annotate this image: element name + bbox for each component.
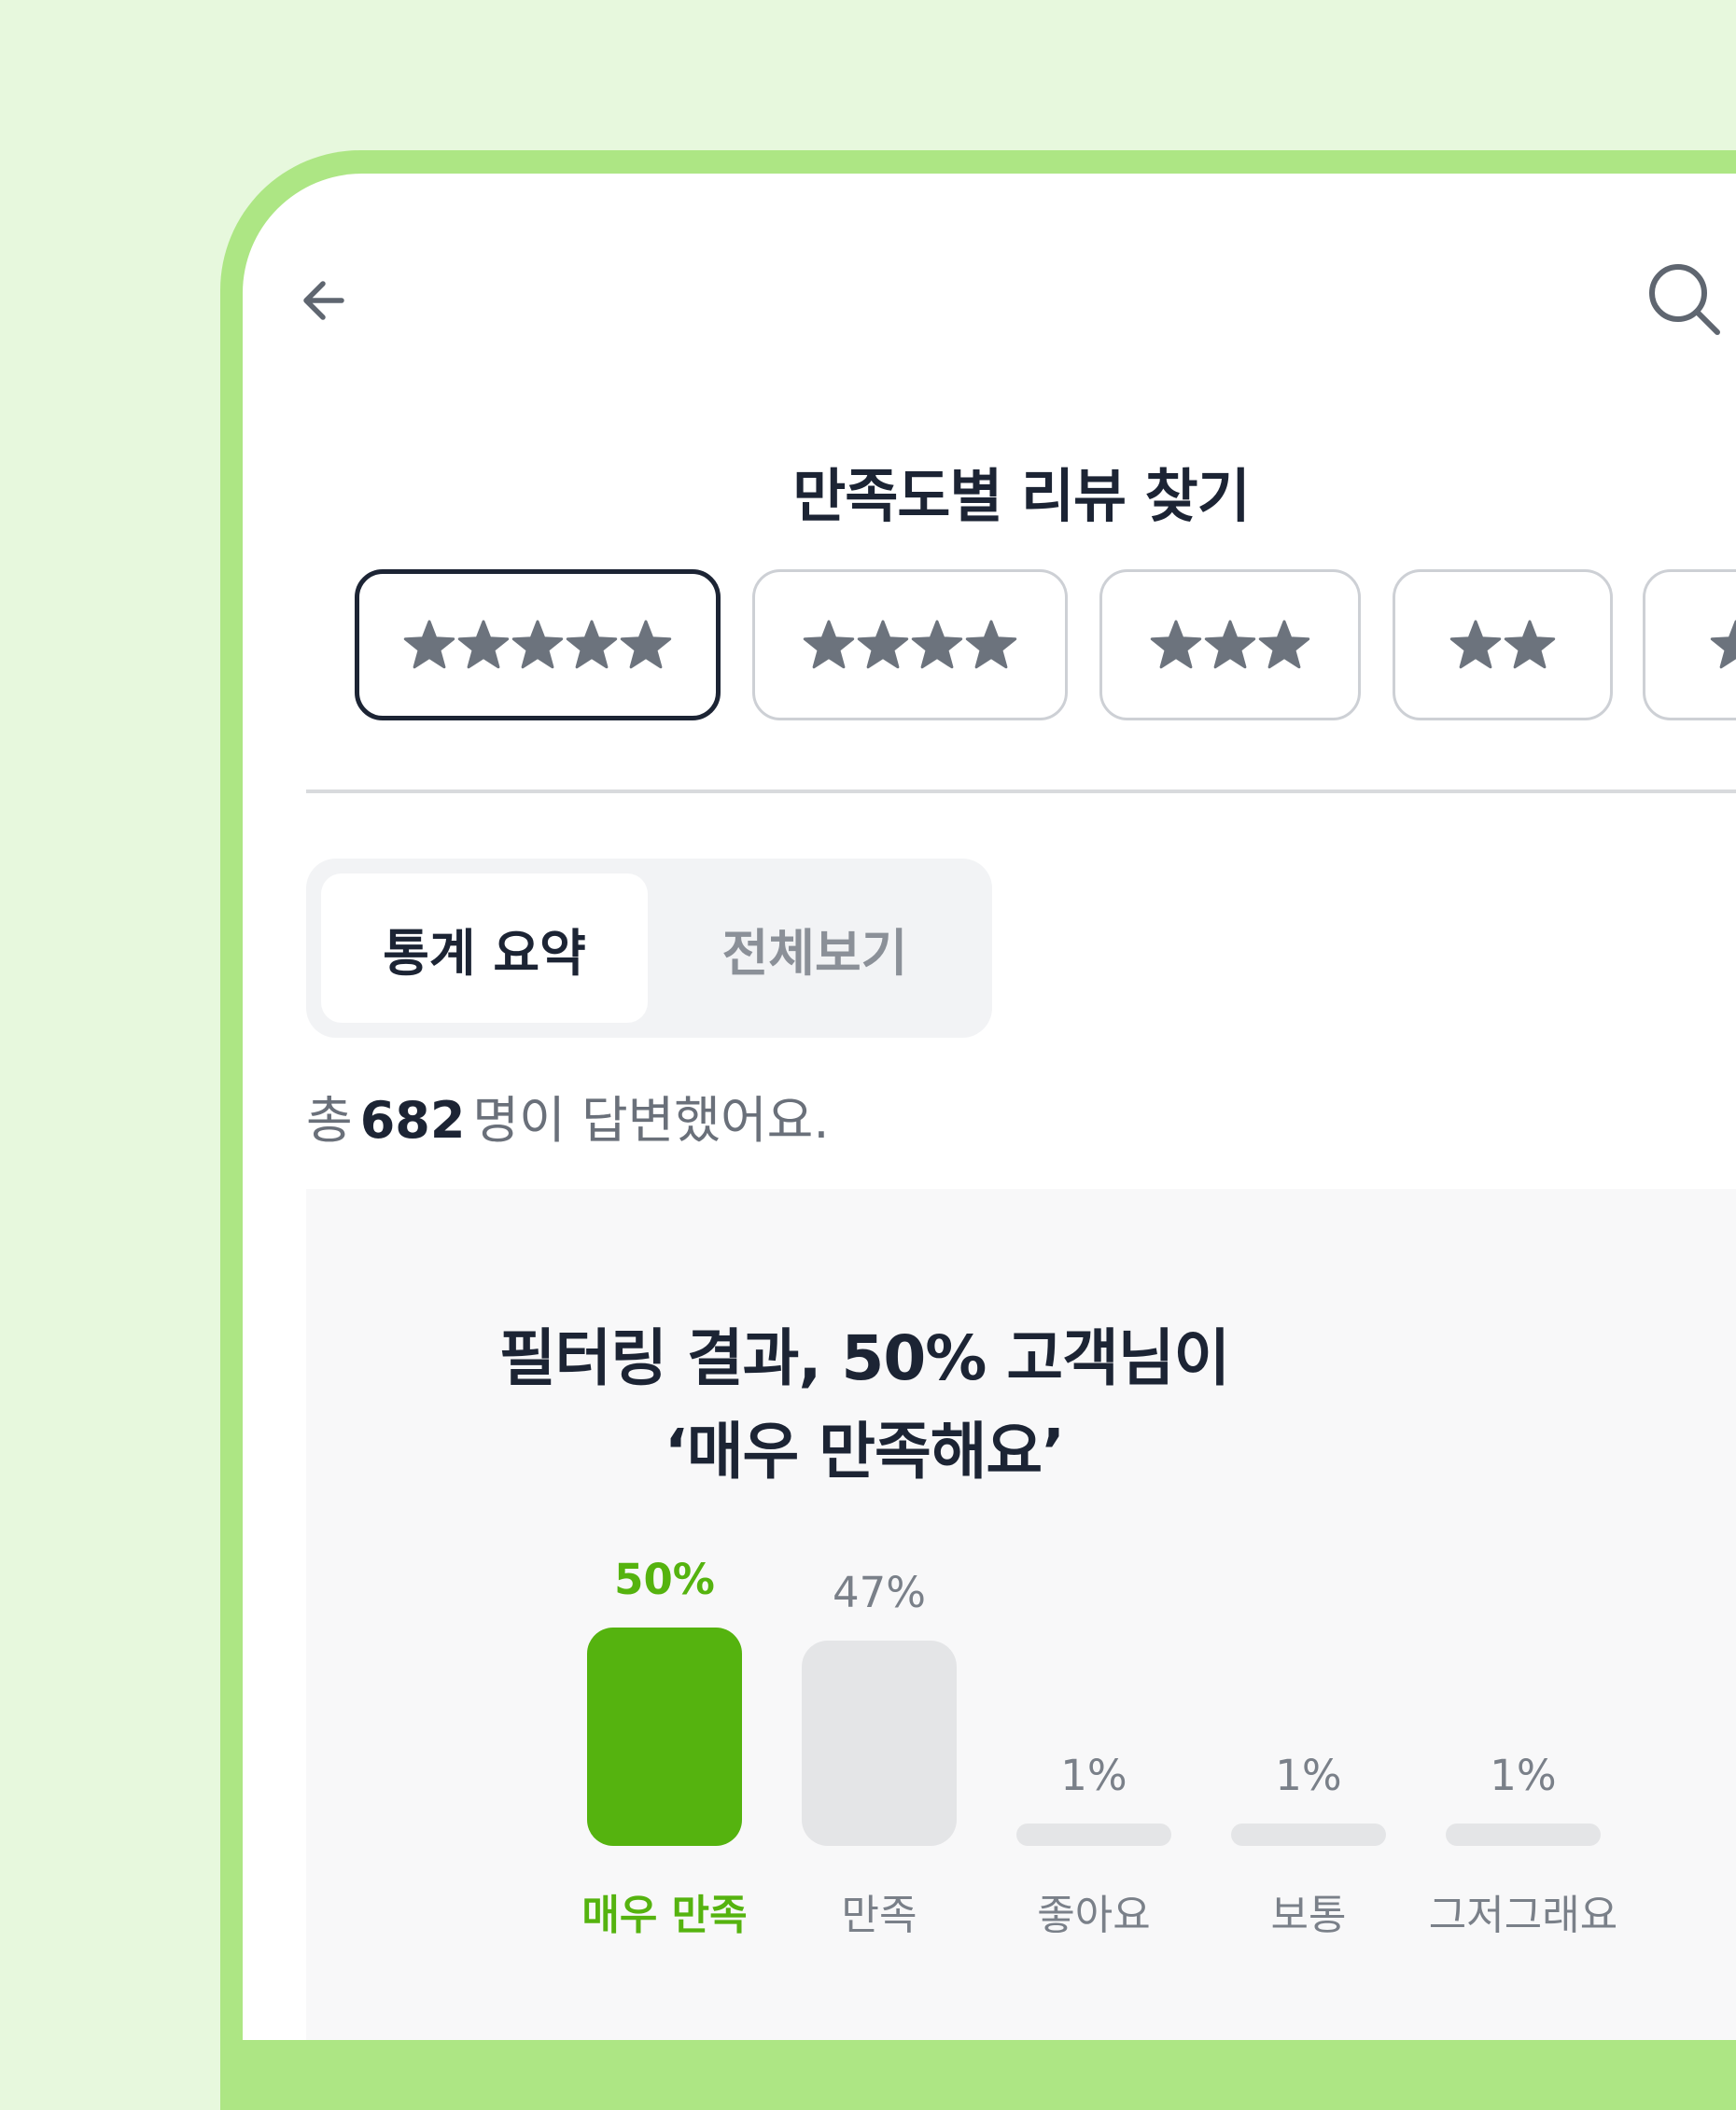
chart-bar — [587, 1628, 742, 1846]
bar-value-label: 1% — [1060, 1751, 1127, 1800]
bar-category-label: 보통 — [1270, 1892, 1347, 1939]
bar-category-label: 매우 만족 — [581, 1892, 748, 1939]
chart-bar — [1231, 1824, 1386, 1846]
bar-value-label: 50% — [614, 1555, 715, 1604]
bar-category-label: 좋아요 — [1037, 1892, 1151, 1939]
bar-value-label: 47% — [832, 1568, 927, 1618]
satisfaction-chart: 50% 매우 만족 47% 만족 1% 좋아요 1% 보통 1% 그저그래요 — [243, 174, 1736, 2040]
bar-category-label: 그저그래요 — [1428, 1892, 1618, 1939]
bar-value-label: 1% — [1275, 1751, 1342, 1800]
bar-value-label: 1% — [1490, 1751, 1557, 1800]
app-screen: 만족도별 리뷰 찾기 통계 요약 전체보기 총 682 명이 답변했어요. 필터링 … — [243, 174, 1736, 2040]
chart-bar — [1016, 1824, 1171, 1846]
bar-category-label: 만족 — [841, 1892, 917, 1939]
chart-bar — [802, 1641, 957, 1846]
chart-bar — [1446, 1824, 1601, 1846]
